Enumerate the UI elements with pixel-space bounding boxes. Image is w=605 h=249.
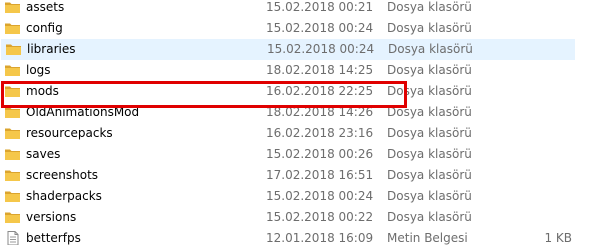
- file-type: Metin Belgesi: [387, 231, 468, 245]
- folder-icon: [4, 147, 21, 161]
- file-date-modified: 15.02.2018 00:24: [267, 42, 375, 56]
- file-name: betterfps: [26, 231, 81, 245]
- folder-icon: [5, 42, 22, 56]
- file-type: Dosya klasörü: [387, 147, 472, 161]
- folder-icon: [4, 105, 21, 119]
- folder-icon: [4, 168, 21, 182]
- file-type: Dosya klasörü: [388, 42, 473, 56]
- file-date-modified: 16.02.2018 22:25: [266, 84, 374, 98]
- file-type: Dosya klasörü: [387, 84, 472, 98]
- file-name: config: [26, 21, 63, 35]
- file-row-screenshots[interactable]: screenshots 17.02.2018 16:51 Dosya klasö…: [0, 165, 605, 186]
- file-list: assets 15.02.2018 00:21 Dosya klasörü co…: [0, 0, 605, 246]
- file-type: Dosya klasörü: [387, 210, 472, 224]
- file-date-modified: 17.02.2018 16:51: [266, 168, 374, 182]
- file-row-resourcepacks[interactable]: resourcepacks 16.02.2018 23:16 Dosya kla…: [0, 123, 605, 144]
- file-name: OldAnimationsMod: [26, 105, 140, 119]
- file-row-logs[interactable]: logs 18.02.2018 14:25 Dosya klasörü: [0, 60, 605, 81]
- file-name: mods: [26, 84, 59, 98]
- file-date-modified: 15.02.2018 00:21: [266, 0, 374, 14]
- folder-icon: [4, 63, 21, 77]
- file-type: Dosya klasörü: [387, 63, 472, 77]
- file-date-modified: 15.02.2018 00:24: [266, 21, 374, 35]
- file-name: screenshots: [26, 168, 99, 182]
- file-type: Dosya klasörü: [387, 0, 472, 14]
- file-date-modified: 15.02.2018 00:22: [266, 210, 374, 224]
- file-name: shaderpacks: [26, 189, 102, 203]
- file-row-config[interactable]: config 15.02.2018 00:24 Dosya klasörü: [0, 18, 605, 39]
- file-row-saves[interactable]: saves 15.02.2018 00:26 Dosya klasörü: [0, 144, 605, 165]
- file-name: logs: [26, 63, 51, 77]
- file-row-betterfps[interactable]: betterfps 12.01.2018 16:09 Metin Belgesi…: [0, 228, 605, 249]
- folder-icon: [4, 84, 21, 98]
- file-type: Dosya klasörü: [387, 168, 472, 182]
- folder-icon: [4, 0, 21, 14]
- folder-icon: [4, 189, 21, 203]
- file-date-modified: 12.01.2018 16:09: [266, 231, 374, 245]
- file-date-modified: 15.02.2018 00:24: [266, 189, 374, 203]
- file-row-libraries[interactable]: libraries 15.02.2018 00:24 Dosya klasörü: [1, 39, 575, 60]
- file-date-modified: 18.02.2018 14:25: [266, 63, 374, 77]
- file-name: assets: [26, 0, 65, 14]
- file-type: Dosya klasörü: [387, 21, 472, 35]
- file-date-modified: 18.02.2018 14:26: [266, 105, 374, 119]
- file-row-assets[interactable]: assets 15.02.2018 00:21 Dosya klasörü: [0, 0, 605, 18]
- file-size: 1 KB: [544, 231, 572, 245]
- file-name: libraries: [27, 42, 76, 56]
- file-date-modified: 16.02.2018 23:16: [266, 126, 374, 140]
- file-row-shaderpacks[interactable]: shaderpacks 15.02.2018 00:24 Dosya klasö…: [0, 186, 605, 207]
- folder-icon: [4, 210, 21, 224]
- file-type: Dosya klasörü: [387, 189, 472, 203]
- file-name: resourcepacks: [26, 126, 113, 140]
- file-name: saves: [26, 147, 61, 161]
- file-row-versions[interactable]: versions 15.02.2018 00:22 Dosya klasörü: [0, 207, 605, 228]
- file-type: Dosya klasörü: [387, 126, 472, 140]
- folder-icon: [4, 126, 21, 140]
- text-file-icon: [4, 231, 21, 246]
- file-name: versions: [26, 210, 77, 224]
- file-type: Dosya klasörü: [387, 105, 472, 119]
- folder-icon: [4, 21, 21, 35]
- file-row-mods[interactable]: mods 16.02.2018 22:25 Dosya klasörü: [0, 81, 605, 102]
- file-date-modified: 15.02.2018 00:26: [266, 147, 374, 161]
- file-row-oldanimationsmod[interactable]: OldAnimationsMod 18.02.2018 14:26 Dosya …: [0, 102, 605, 123]
